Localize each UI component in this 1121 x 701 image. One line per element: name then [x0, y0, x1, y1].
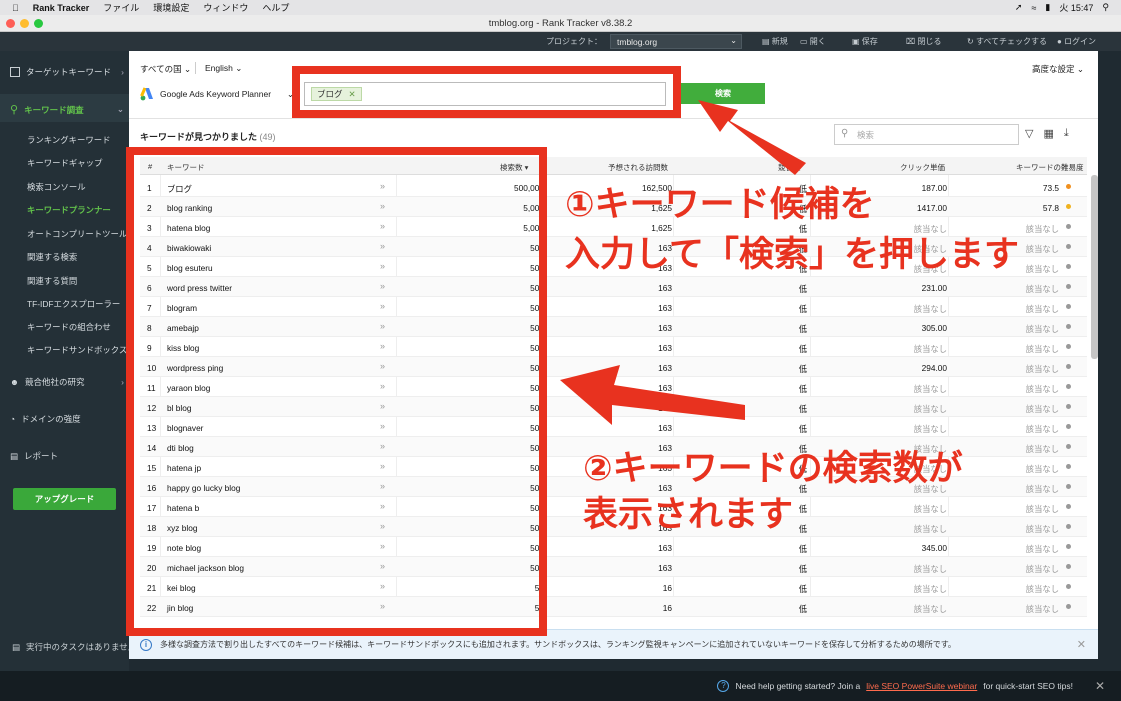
annotation-step2-line2: 表示されます	[583, 495, 794, 535]
arrow-to-search	[698, 100, 806, 175]
annotation-step2-line1: ②キーワードの検索数が	[583, 449, 963, 489]
arrow-to-table	[560, 365, 745, 425]
annotation-step1-line1: ①キーワード候補を	[565, 185, 875, 225]
annotation-arrows	[560, 100, 806, 425]
annotation-step1-line2: 入力して「検索」を押します	[565, 235, 1019, 275]
